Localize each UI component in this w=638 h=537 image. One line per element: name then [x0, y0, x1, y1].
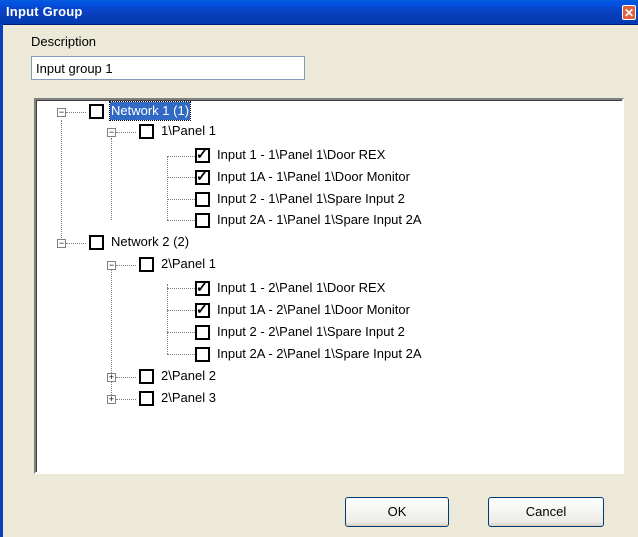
collapse-icon[interactable]: −: [57, 239, 66, 248]
expand-icon[interactable]: +: [107, 395, 116, 404]
tree-line: [167, 332, 195, 333]
tree-line: [66, 243, 86, 244]
tree-line: [167, 284, 168, 354]
tree-line: [167, 220, 195, 221]
input-checkbox[interactable]: ✓: [195, 168, 210, 185]
tree-line: [167, 199, 195, 200]
panel-checkbox[interactable]: [139, 257, 154, 272]
tree-line: [116, 132, 136, 133]
network2-checkbox[interactable]: [89, 235, 104, 250]
close-icon: ✕: [623, 6, 635, 20]
close-button[interactable]: ✕: [622, 5, 636, 20]
tree-line: [111, 138, 112, 220]
tree-item-input[interactable]: Input 1A - 1\Panel 1\Door Monitor: [216, 168, 411, 186]
panel-checkbox[interactable]: [139, 391, 154, 406]
tree-item-panel[interactable]: 2\Panel 1: [160, 255, 217, 273]
tree-line: [66, 112, 86, 113]
check-icon: ✓: [196, 146, 208, 162]
tree-line: [167, 156, 195, 157]
check-icon: ✓: [196, 279, 208, 295]
tree-item-input[interactable]: Input 2A - 2\Panel 1\Spare Input 2A: [216, 345, 423, 363]
tree-line: [167, 310, 195, 311]
tree-line: [167, 354, 195, 355]
input-checkbox[interactable]: [195, 347, 210, 362]
collapse-icon[interactable]: −: [57, 108, 66, 117]
expand-icon[interactable]: +: [107, 373, 116, 382]
tree-item-input[interactable]: Input 1A - 2\Panel 1\Door Monitor: [216, 301, 411, 319]
tree-item-network1[interactable]: Network 1 (1): [108, 101, 192, 121]
input-checkbox[interactable]: ✓: [195, 279, 210, 296]
collapse-icon[interactable]: −: [107, 261, 116, 270]
network1-checkbox[interactable]: [89, 104, 104, 119]
tree-item-input[interactable]: Input 1 - 2\Panel 1\Door REX: [216, 279, 386, 297]
tree-line: [116, 265, 136, 266]
tree-item-panel[interactable]: 2\Panel 3: [160, 389, 217, 407]
check-icon: ✓: [196, 301, 208, 317]
tree-item-input[interactable]: Input 2A - 1\Panel 1\Spare Input 2A: [216, 211, 423, 229]
collapse-icon[interactable]: −: [107, 128, 116, 137]
tree-item-panel[interactable]: 1\Panel 1: [160, 122, 217, 140]
ok-button[interactable]: OK: [345, 497, 449, 527]
panel-checkbox[interactable]: [139, 124, 154, 139]
tree-line: [116, 377, 136, 378]
tree-line: [116, 399, 136, 400]
input-checkbox[interactable]: ✓: [195, 146, 210, 163]
tree-line: [167, 288, 195, 289]
tree-line: [167, 177, 195, 178]
tree-item-input[interactable]: Input 1 - 1\Panel 1\Door REX: [216, 146, 386, 164]
input-checkbox[interactable]: [195, 192, 210, 207]
tree-item-network2[interactable]: Network 2 (2): [110, 233, 190, 251]
title-bar: Input Group ✕: [0, 0, 638, 25]
tree-item-input[interactable]: Input 2 - 1\Panel 1\Spare Input 2: [216, 190, 406, 208]
tree-line: [167, 156, 168, 220]
input-checkbox[interactable]: [195, 213, 210, 228]
tree-item-input[interactable]: Input 2 - 2\Panel 1\Spare Input 2: [216, 323, 406, 341]
window-border: [0, 24, 3, 537]
panel-checkbox[interactable]: [139, 369, 154, 384]
input-tree[interactable]: − Network 1 (1) − 1\Panel 1 ✓ Input 1 - …: [34, 98, 624, 474]
tree-line: [61, 120, 62, 244]
check-icon: ✓: [196, 168, 208, 184]
input-checkbox[interactable]: ✓: [195, 301, 210, 318]
window-title: Input Group: [6, 4, 83, 19]
cancel-button[interactable]: Cancel: [488, 497, 604, 527]
input-checkbox[interactable]: [195, 325, 210, 340]
tree-item-panel[interactable]: 2\Panel 2: [160, 367, 217, 385]
description-input[interactable]: [31, 56, 305, 80]
description-label: Description: [31, 34, 97, 49]
